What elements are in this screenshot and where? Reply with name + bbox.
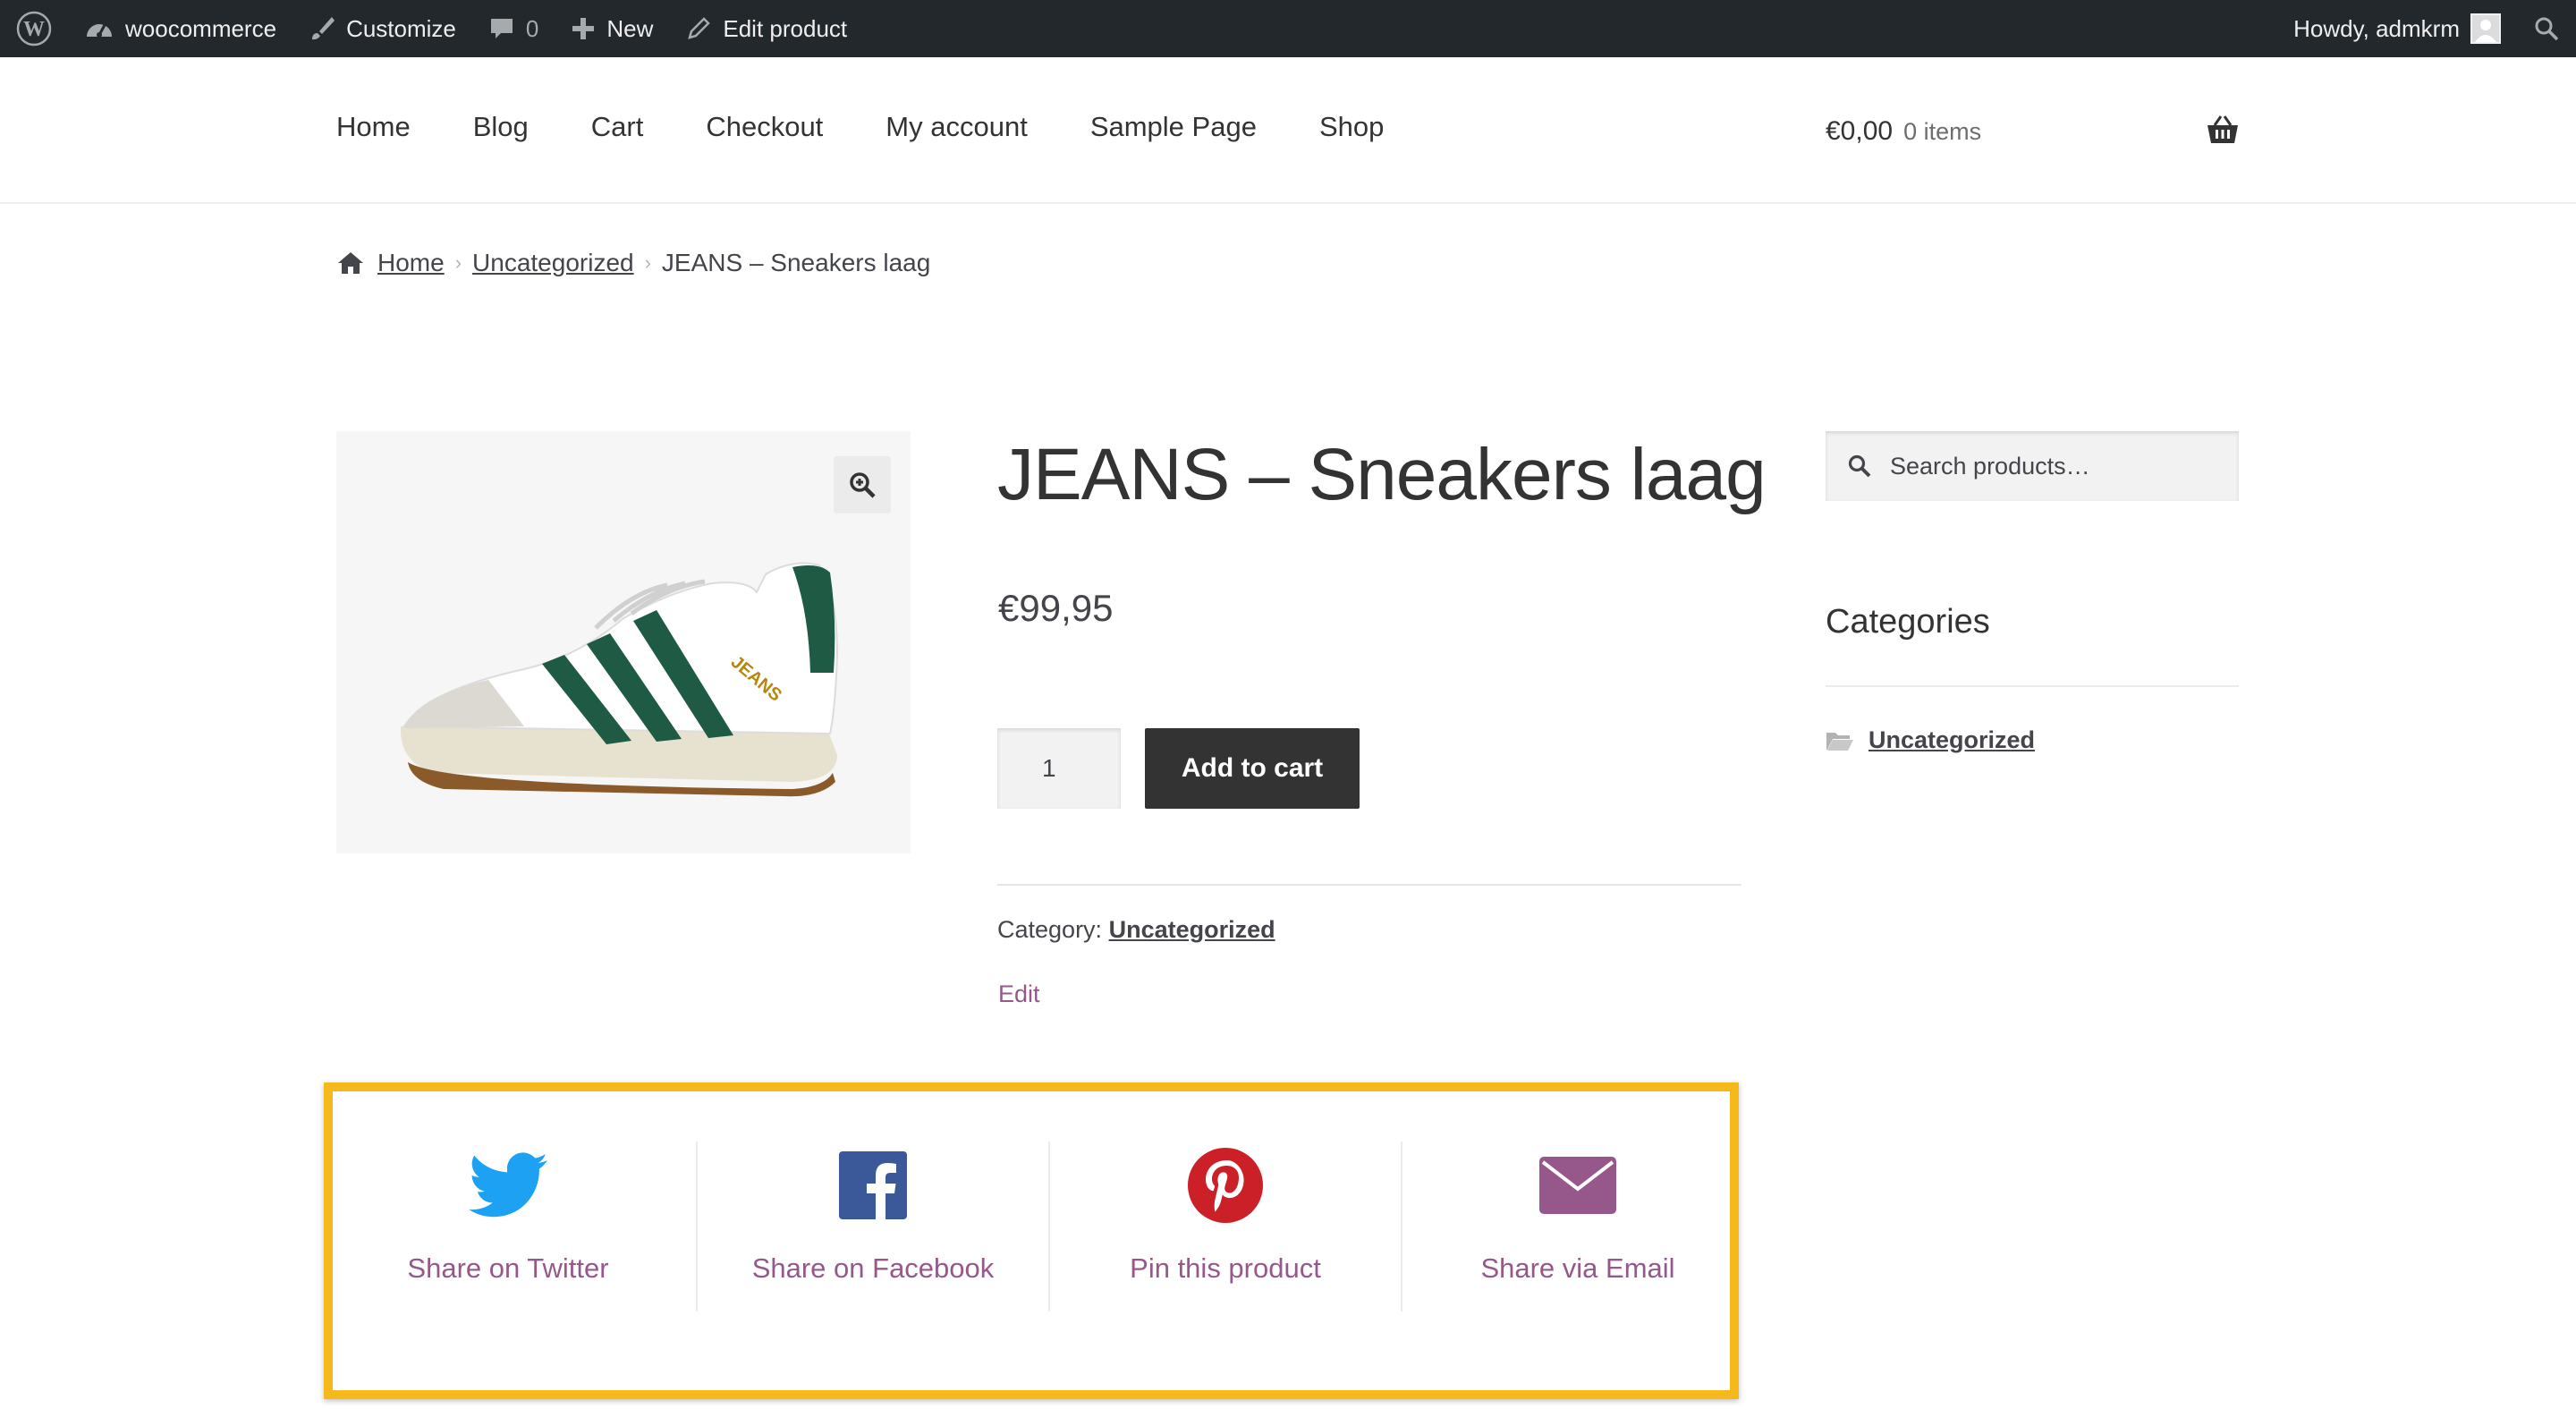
facebook-icon bbox=[839, 1151, 907, 1219]
breadcrumb: Home › Uncategorized › JEANS – Sneakers … bbox=[336, 249, 930, 277]
breadcrumb-current: JEANS – Sneakers laag bbox=[661, 249, 931, 276]
account-menu[interactable]: Howdy, admkrm bbox=[2277, 0, 2517, 57]
header-cart-link[interactable]: €0,00 0 items bbox=[1826, 116, 1981, 147]
share-twitter[interactable]: Share on Twitter bbox=[333, 1142, 683, 1311]
product-category-meta: Category: Uncategorized bbox=[997, 916, 1275, 944]
product-search-input[interactable]: Search products… bbox=[1826, 431, 2239, 501]
product-image[interactable]: JEANS bbox=[336, 431, 911, 853]
customize-link[interactable]: Customize bbox=[292, 0, 472, 57]
basket-icon[interactable] bbox=[2206, 115, 2240, 149]
breadcrumb-home-link[interactable]: Home bbox=[377, 249, 445, 277]
breadcrumb-category-link[interactable]: Uncategorized bbox=[472, 249, 634, 277]
pinterest-icon bbox=[1188, 1148, 1263, 1223]
zoom-in-icon bbox=[850, 472, 876, 498]
nav-item-checkout[interactable]: Checkout bbox=[706, 111, 823, 143]
home-icon bbox=[338, 252, 363, 274]
edit-product-label: Edit product bbox=[723, 14, 848, 42]
admin-bar: W woocommerce Customize 0 New Edit produ… bbox=[0, 0, 2576, 57]
nav-item-my-account[interactable]: My account bbox=[886, 111, 1028, 143]
share-pinterest[interactable]: Pin this product bbox=[1050, 1142, 1401, 1311]
brush-icon bbox=[312, 17, 335, 40]
nav-item-home[interactable]: Home bbox=[336, 111, 411, 143]
comments-link[interactable]: 0 bbox=[472, 0, 555, 57]
avatar bbox=[2470, 13, 2501, 44]
product-price: €99,95 bbox=[998, 587, 1114, 629]
divider bbox=[997, 884, 1741, 886]
share-pinterest-label: Pin this product bbox=[1130, 1252, 1321, 1284]
share-email[interactable]: Share via Email bbox=[1402, 1142, 1753, 1311]
wordpress-logo-menu[interactable]: W bbox=[0, 0, 68, 57]
chevron-right-icon: › bbox=[644, 251, 651, 274]
twitter-icon bbox=[469, 1152, 547, 1218]
add-to-cart-button[interactable]: Add to cart bbox=[1145, 728, 1360, 809]
share-facebook[interactable]: Share on Facebook bbox=[698, 1142, 1048, 1311]
share-twitter-label: Share on Twitter bbox=[407, 1252, 609, 1284]
search-placeholder: Search products… bbox=[1890, 452, 2090, 480]
new-content-menu[interactable]: New bbox=[555, 0, 669, 57]
nav-item-blog[interactable]: Blog bbox=[473, 111, 529, 143]
comment-icon bbox=[490, 19, 513, 38]
sneaker-image: JEANS bbox=[400, 562, 839, 797]
svg-text:W: W bbox=[23, 18, 45, 41]
search-icon bbox=[2535, 17, 2559, 41]
site-header: Home Blog Cart Checkout My account Sampl… bbox=[0, 57, 2576, 204]
search-icon bbox=[1848, 454, 1871, 478]
email-icon bbox=[1539, 1157, 1616, 1214]
wordpress-icon: W bbox=[16, 11, 52, 47]
quantity-input[interactable] bbox=[997, 728, 1121, 809]
categories-widget-title: Categories bbox=[1826, 603, 1990, 641]
divider bbox=[1826, 685, 2239, 687]
edit-link[interactable]: Edit bbox=[998, 980, 1040, 1008]
nav-item-shop[interactable]: Shop bbox=[1319, 111, 1384, 143]
social-share-box: Share on Twitter Share on Facebook Pin t… bbox=[324, 1082, 1739, 1399]
nav-item-sample-page[interactable]: Sample Page bbox=[1090, 111, 1257, 143]
comments-count: 0 bbox=[525, 14, 539, 42]
site-name-menu[interactable]: woocommerce bbox=[68, 0, 292, 57]
edit-product-link[interactable]: Edit product bbox=[669, 0, 863, 57]
customize-label: Customize bbox=[346, 14, 456, 42]
cart-item-count: 0 items bbox=[1903, 118, 1982, 145]
user-icon bbox=[2475, 20, 2496, 42]
admin-search-button[interactable] bbox=[2517, 0, 2576, 57]
share-email-label: Share via Email bbox=[1480, 1252, 1675, 1284]
product-title: JEANS – Sneakers laag bbox=[997, 434, 1767, 515]
share-facebook-label: Share on Facebook bbox=[751, 1252, 995, 1284]
primary-navigation: Home Blog Cart Checkout My account Sampl… bbox=[336, 111, 1446, 143]
zoom-button[interactable] bbox=[834, 456, 891, 514]
nav-item-cart[interactable]: Cart bbox=[591, 111, 644, 143]
plus-icon bbox=[572, 18, 595, 39]
category-meta-label: Category: bbox=[997, 916, 1103, 943]
category-list-item: Uncategorized bbox=[1826, 726, 2035, 754]
new-label: New bbox=[606, 14, 654, 42]
dashboard-icon bbox=[87, 24, 112, 38]
site-name-label: woocommerce bbox=[125, 14, 277, 42]
category-link-uncategorized[interactable]: Uncategorized bbox=[1868, 726, 2035, 754]
chevron-right-icon: › bbox=[454, 251, 462, 274]
howdy-label: Howdy, admkrm bbox=[2293, 14, 2460, 42]
category-meta-link[interactable]: Uncategorized bbox=[1109, 916, 1275, 943]
pencil-icon bbox=[688, 17, 711, 39]
folder-icon bbox=[1826, 732, 1853, 751]
cart-total-amount: €0,00 bbox=[1826, 116, 1894, 146]
